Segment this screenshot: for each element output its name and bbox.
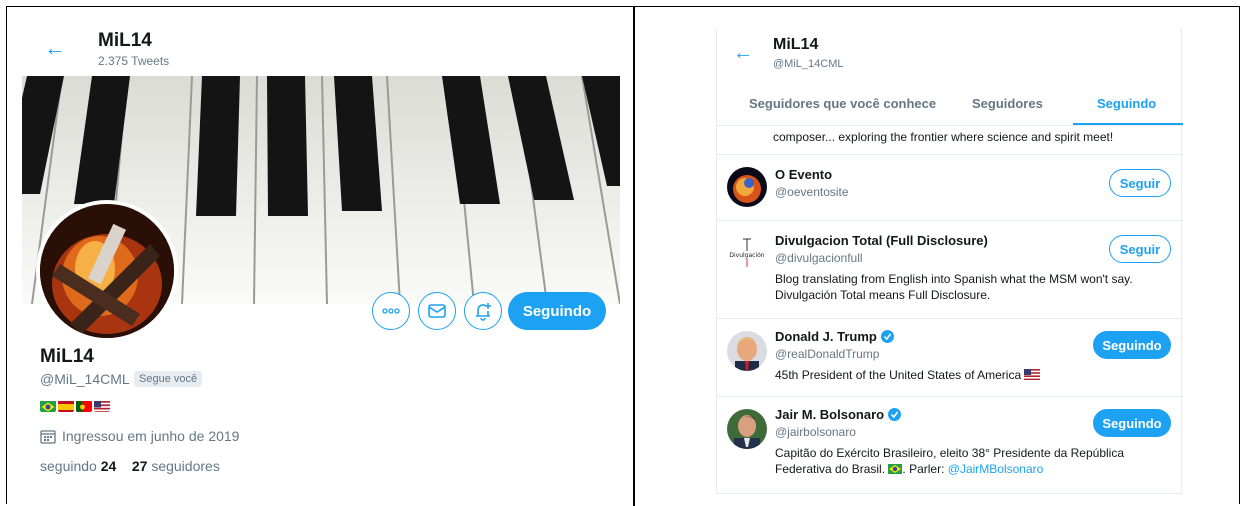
account-avatar: Divulgación xyxy=(727,233,767,273)
account-bio: 45th President of the United States of A… xyxy=(775,367,1175,383)
following-button[interactable]: Seguindo xyxy=(1093,331,1171,359)
list-item[interactable]: O Evento @oeventosite Seguir xyxy=(717,154,1183,220)
account-handle: @jairbolsonaro xyxy=(775,425,856,439)
spain-flag-icon xyxy=(58,400,74,412)
list-item[interactable]: Divulgación Divulgacion Total (Full Disc… xyxy=(717,220,1183,318)
calendar-icon xyxy=(40,429,56,444)
brazil-flag-icon xyxy=(888,464,903,474)
profile-handle: @MiL_14CML xyxy=(40,371,130,387)
header-name: MiL14 xyxy=(773,36,819,53)
account-bio: Blog translating from English into Spani… xyxy=(775,272,1133,302)
list-item[interactable]: Donald J. Trump @realDonaldTrump 45th Pr… xyxy=(717,318,1183,396)
truncated-bio: composer... exploring the frontier where… xyxy=(773,130,1114,144)
account-name: Jair M. Bolsonaro xyxy=(775,407,902,422)
verified-badge-icon xyxy=(880,330,894,343)
profile-panel: ← MiL14 2.375 Tweets Seguindo MiL14 @MiL… xyxy=(22,26,620,506)
account-name: Donald J. Trump xyxy=(775,329,894,344)
usa-flag-icon xyxy=(94,400,110,412)
followers-link[interactable]: 27 seguidores xyxy=(132,458,220,474)
follows-you-badge: Segue você xyxy=(134,371,203,387)
account-name: O Evento xyxy=(775,167,832,182)
brazil-flag-icon xyxy=(40,400,56,412)
profile-avatar[interactable] xyxy=(36,200,178,342)
verified-badge-icon xyxy=(888,408,902,421)
account-name-text: Jair M. Bolsonaro xyxy=(775,407,885,422)
tweet-count: 2.375 Tweets xyxy=(98,54,170,68)
header-name: MiL14 xyxy=(98,30,152,51)
usa-flag-icon xyxy=(1024,369,1041,380)
list-item[interactable]: Jair M. Bolsonaro @jairbolsonaro Capitão… xyxy=(717,396,1183,494)
account-handle: @divulgacionfull xyxy=(775,251,863,265)
more-options-icon[interactable] xyxy=(372,292,410,330)
follow-button[interactable]: Seguir xyxy=(1109,169,1171,197)
account-bio-text: . Parler: xyxy=(902,462,948,476)
tab-following[interactable]: Seguindo xyxy=(1097,96,1156,111)
join-date: Ingressou em junho de 2019 xyxy=(40,428,239,444)
follow-tabs: Seguidores que você conhece Seguidores S… xyxy=(717,90,1183,126)
account-name-text: O Evento xyxy=(775,167,833,182)
account-bio-text: 45th President of the United States of A… xyxy=(775,368,1022,382)
following-link[interactable]: seguindo 24 xyxy=(40,458,116,474)
account-avatar xyxy=(727,409,767,449)
following-button[interactable]: Seguindo xyxy=(508,292,606,330)
portugal-flag-icon xyxy=(76,400,92,412)
account-name: Divulgacion Total (Full Disclosure) xyxy=(775,233,988,248)
parler-handle-link[interactable]: @JairMBolsonaro xyxy=(948,462,1044,476)
following-button[interactable]: Seguindo xyxy=(1093,409,1171,437)
account-name-text: Donald J. Trump xyxy=(775,329,877,344)
account-avatar xyxy=(727,167,767,207)
header-handle: @MiL_14CML xyxy=(773,58,844,70)
envelope-icon[interactable] xyxy=(418,292,456,330)
following-label: seguindo xyxy=(40,458,97,474)
following-list-panel: ← MiL14 @MiL_14CML Seguidores que você c… xyxy=(716,28,1183,494)
follow-button[interactable]: Seguir xyxy=(1109,235,1171,263)
panel-divider xyxy=(633,6,635,506)
back-arrow-icon[interactable]: ← xyxy=(733,42,753,65)
svg-text:Divulgación: Divulgación xyxy=(729,252,764,259)
flag-emojis xyxy=(40,400,110,412)
back-arrow-icon[interactable]: ← xyxy=(44,34,72,62)
account-name-text: Divulgacion Total (Full Disclosure) xyxy=(775,233,988,248)
tab-followers-you-know[interactable]: Seguidores que você conhece xyxy=(749,96,936,111)
account-handle: @realDonaldTrump xyxy=(775,347,880,361)
notification-bell-icon[interactable] xyxy=(464,292,502,330)
fireplace-image xyxy=(40,204,174,338)
follow-counts: seguindo 24 27 seguidores xyxy=(40,458,220,474)
followers-label: seguidores xyxy=(151,458,220,474)
account-handle: @oeventosite xyxy=(775,185,849,199)
active-tab-indicator xyxy=(1073,123,1183,125)
account-avatar xyxy=(727,331,767,371)
profile-name: MiL14 xyxy=(40,346,94,367)
following-count: 24 xyxy=(100,458,117,474)
join-date-text: Ingressou em junho de 2019 xyxy=(62,428,240,444)
tab-followers[interactable]: Seguidores xyxy=(972,96,1043,111)
followers-count: 27 xyxy=(131,458,148,474)
account-bio: Capitão do Exército Brasileiro, eleito 3… xyxy=(775,445,1175,477)
